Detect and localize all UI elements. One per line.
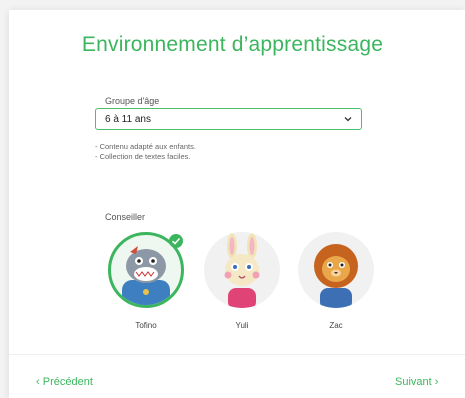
advisor-name: Tofino [135,321,157,330]
advisor-option-yuli[interactable] [204,232,280,308]
age-group-note: - Contenu adapté aux enfants. [95,142,196,151]
advisor-option-zac[interactable] [298,232,374,308]
selected-check-icon [169,234,183,248]
rabbit-avatar-icon [224,233,260,308]
footer-divider [9,354,465,355]
chevron-down-icon [344,117,352,122]
lion-avatar-icon [314,244,358,308]
advisor-avatar-circle [298,232,374,308]
next-label: Suivant [395,376,432,388]
advisor-avatar-circle [204,232,280,308]
page-title: Environnement d’apprentissage [81,33,384,56]
advisor-label: Conseiller [105,212,146,222]
age-group-selected-value: 6 à 11 ans [105,114,151,125]
age-group-select[interactable]: 6 à 11 ans [95,108,362,130]
setup-card [9,10,465,398]
next-button[interactable]: Suivant › [395,376,438,388]
chevron-left-icon: ‹ [36,376,43,388]
advisor-name: Zac [329,321,343,330]
age-group-notes: - Contenu adapté aux enfants. - Collecti… [95,142,196,162]
advisor-option-tofino[interactable] [108,232,184,308]
age-group-label: Groupe d'âge [105,96,160,106]
previous-label: Précédent [42,376,93,388]
previous-button[interactable]: ‹ Précédent [36,376,93,388]
chevron-right-icon: › [431,376,439,388]
age-group-note: - Collection de textes faciles. [95,152,191,161]
advisor-name: Yuli [235,321,249,330]
